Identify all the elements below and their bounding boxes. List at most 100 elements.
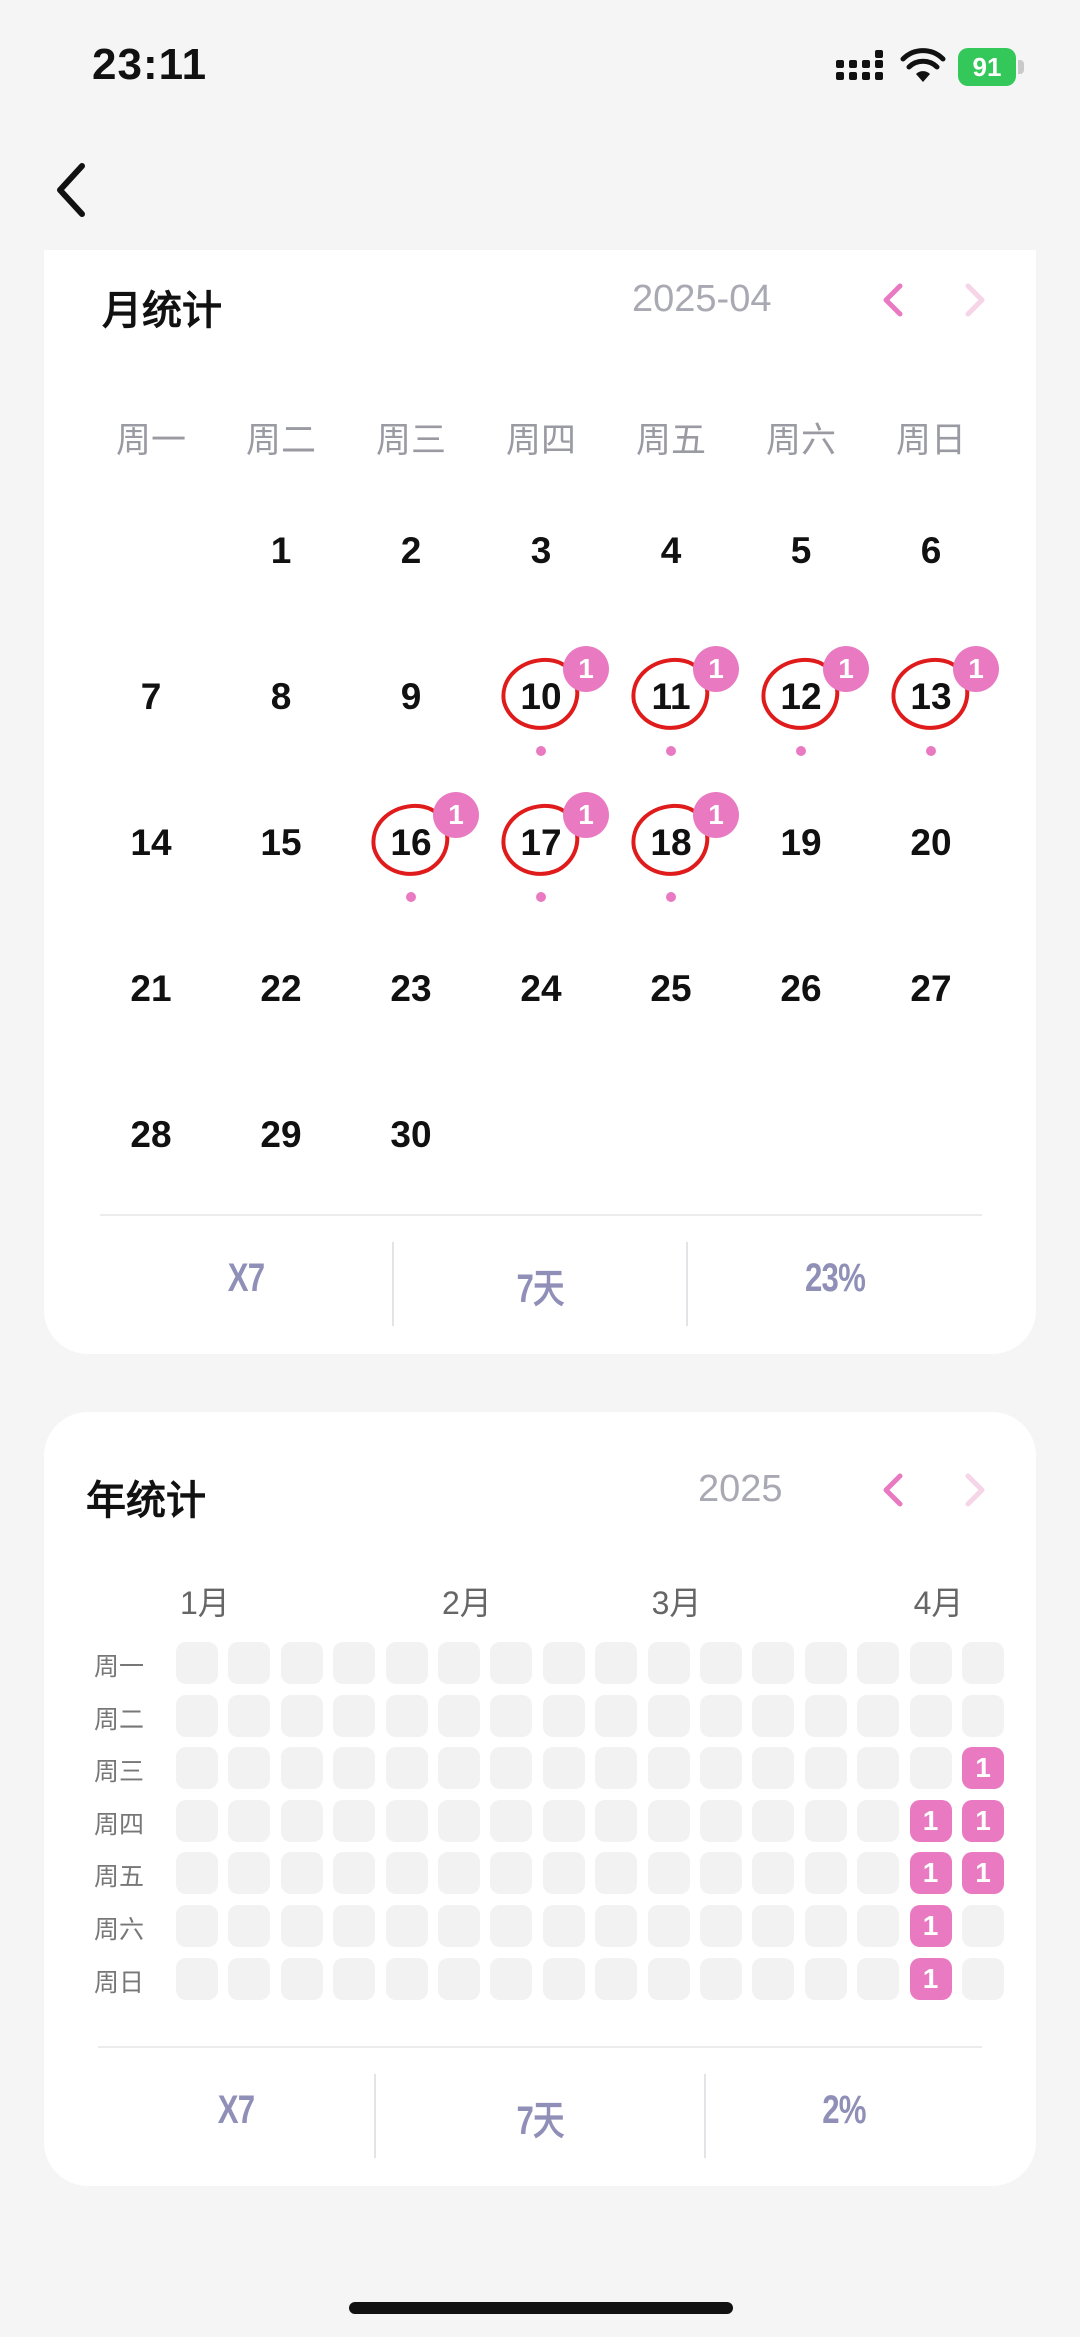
heatmap-cell[interactable] [595,1694,638,1737]
heatmap-cell[interactable] [490,1799,533,1842]
heatmap-cell[interactable]: 1 [909,1957,952,2000]
heatmap-cell[interactable] [752,1957,795,2000]
heatmap-cell[interactable] [228,1905,271,1947]
heatmap-cell[interactable] [962,1905,1004,1947]
calendar-day[interactable]: 28 [86,1060,216,1206]
heatmap-cell[interactable] [280,1694,323,1737]
heatmap-cell[interactable] [333,1852,376,1895]
heatmap-cell[interactable] [857,1747,900,1790]
heatmap-cell[interactable] [176,1957,218,2000]
heatmap-cell[interactable] [857,1852,900,1895]
heatmap-cell[interactable] [542,1642,585,1684]
heatmap-cell[interactable] [647,1694,690,1737]
heatmap-cell[interactable] [385,1957,428,2000]
calendar-day[interactable]: 10 1 [476,622,609,768]
heatmap-cell[interactable] [228,1799,271,1842]
heatmap-cell[interactable] [595,1799,638,1842]
calendar-day[interactable]: 16 1 [346,768,479,914]
heatmap-cell[interactable] [542,1694,585,1737]
heatmap-cell[interactable] [438,1642,480,1684]
calendar-day[interactable]: 1 [216,476,346,622]
prev-month-button[interactable] [868,270,918,330]
next-month-button[interactable] [950,270,1000,330]
calendar-day[interactable]: 25 [606,914,736,1060]
heatmap-cell[interactable] [490,1694,533,1737]
heatmap-cell[interactable] [700,1905,742,1947]
heatmap-cell[interactable] [804,1747,847,1790]
heatmap-cell[interactable] [385,1642,428,1684]
calendar-day[interactable]: 5 [736,476,866,622]
heatmap-cell[interactable] [280,1799,323,1842]
heatmap-cell[interactable] [857,1799,900,1842]
heatmap-cell[interactable] [490,1642,533,1684]
calendar-day[interactable]: 7 [86,622,216,768]
heatmap-cell[interactable] [385,1694,428,1737]
calendar-day[interactable]: 2 [346,476,476,622]
heatmap-cell[interactable]: 1 [962,1799,1004,1842]
heatmap-cell[interactable] [752,1694,795,1737]
heatmap-cell[interactable]: 1 [962,1852,1004,1895]
heatmap-cell[interactable] [385,1905,428,1947]
heatmap-cell[interactable] [700,1747,742,1790]
heatmap-cell[interactable] [385,1852,428,1895]
heatmap-cell[interactable] [438,1957,480,2000]
heatmap-cell[interactable] [438,1905,480,1947]
heatmap-cell[interactable] [280,1642,323,1684]
calendar-day[interactable]: 27 [866,914,996,1060]
heatmap-cell[interactable] [909,1747,952,1790]
heatmap-cell[interactable] [333,1905,376,1947]
calendar-day[interactable]: 22 [216,914,346,1060]
heatmap-cell[interactable] [647,1852,690,1895]
heatmap-cell[interactable] [804,1957,847,2000]
heatmap-cell[interactable] [280,1957,323,2000]
heatmap-cell[interactable] [385,1799,428,1842]
calendar-day[interactable]: 4 [606,476,736,622]
heatmap-cell[interactable] [542,1957,585,2000]
heatmap-cell[interactable] [228,1852,271,1895]
heatmap-cell[interactable] [438,1799,480,1842]
heatmap-cell[interactable] [752,1852,795,1895]
heatmap-cell[interactable] [490,1852,533,1895]
heatmap-cell[interactable] [595,1905,638,1947]
heatmap-cell[interactable] [647,1905,690,1947]
heatmap-cell[interactable] [542,1852,585,1895]
heatmap-cell[interactable] [595,1642,638,1684]
heatmap-cell[interactable] [595,1957,638,2000]
heatmap-cell[interactable] [647,1747,690,1790]
calendar-day[interactable]: 26 [736,914,866,1060]
heatmap-cell[interactable] [804,1694,847,1737]
calendar-day[interactable]: 18 1 [606,768,739,914]
heatmap-cell[interactable]: 1 [909,1852,952,1895]
heatmap-cell[interactable] [962,1957,1004,2000]
calendar-day[interactable]: 6 [866,476,996,622]
heatmap-cell[interactable] [490,1905,533,1947]
heatmap-cell[interactable] [962,1694,1004,1737]
heatmap-cell[interactable] [333,1694,376,1737]
heatmap-cell[interactable] [280,1852,323,1895]
heatmap-cell[interactable] [176,1694,218,1737]
heatmap-cell[interactable] [228,1694,271,1737]
calendar-day[interactable]: 12 1 [736,622,869,768]
calendar-day[interactable]: 17 1 [476,768,609,914]
heatmap-cell[interactable] [700,1852,742,1895]
heatmap-cell[interactable] [176,1642,218,1684]
back-button[interactable] [40,152,100,228]
heatmap-cell[interactable] [804,1905,847,1947]
heatmap-cell[interactable] [438,1747,480,1790]
heatmap-cell[interactable] [647,1957,690,2000]
heatmap-cell[interactable] [752,1905,795,1947]
heatmap-cell[interactable] [542,1747,585,1790]
heatmap-cell[interactable] [228,1642,271,1684]
heatmap-cell[interactable] [280,1747,323,1790]
heatmap-cell[interactable] [857,1694,900,1737]
home-indicator[interactable] [349,2302,733,2314]
heatmap-cell[interactable] [700,1642,742,1684]
heatmap-cell[interactable] [909,1642,952,1684]
heatmap-cell[interactable] [804,1852,847,1895]
heatmap-cell[interactable] [752,1642,795,1684]
heatmap-cell[interactable] [857,1905,900,1947]
heatmap-cell[interactable] [962,1642,1004,1684]
heatmap-cell[interactable] [909,1694,952,1737]
heatmap-cell[interactable] [595,1852,638,1895]
heatmap-cell[interactable] [857,1642,900,1684]
